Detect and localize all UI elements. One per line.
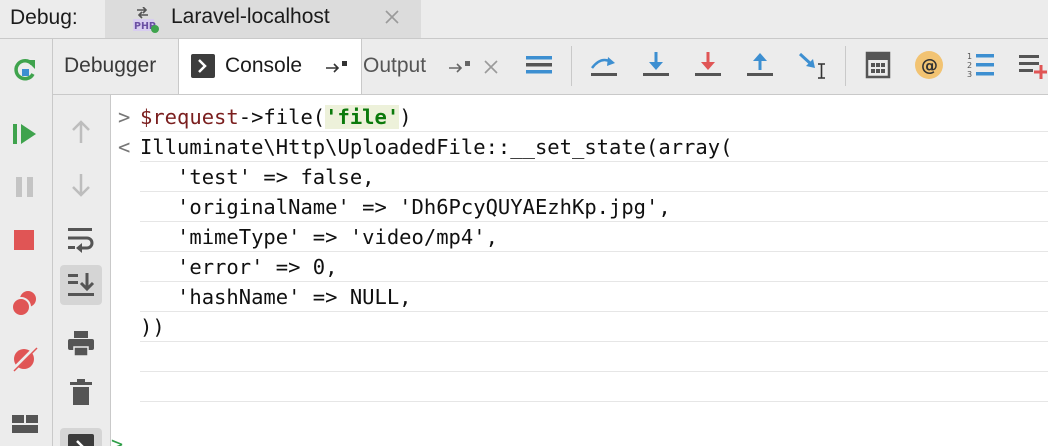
line-separator: [140, 311, 1048, 312]
down-arrow-icon[interactable]: [66, 170, 96, 200]
mute-breakpoints-icon[interactable]: [10, 344, 40, 374]
rerun-icon[interactable]: [10, 55, 40, 85]
line-separator: [140, 221, 1048, 222]
step-out-icon[interactable]: [745, 50, 775, 80]
input-variable: $request: [140, 105, 239, 129]
tab-toolbar: Debugger Console Output @ 1 2 3: [53, 39, 1048, 95]
output-text: 'test' => false,: [140, 165, 375, 189]
svg-text:1: 1: [967, 52, 972, 61]
svg-text:3: 3: [967, 70, 972, 79]
console-output-line: )): [111, 313, 1048, 343]
input-call: ->file(: [238, 105, 326, 129]
tab-output[interactable]: Output: [361, 39, 511, 94]
step-into-icon[interactable]: [641, 50, 671, 80]
stop-icon[interactable]: [10, 225, 40, 255]
toolbar-separator: [845, 46, 846, 86]
output-text: 'mimeType' => 'video/mp4',: [140, 225, 498, 249]
php-at-icon[interactable]: @: [914, 50, 944, 80]
output-text: 'hashName' => NULL,: [140, 285, 412, 309]
pin-tab-icon[interactable]: [325, 58, 351, 74]
toolbar-separator: [571, 46, 572, 86]
step-over-icon[interactable]: [589, 50, 619, 80]
tab-debugger-label: Debugger: [64, 54, 157, 77]
close-icon[interactable]: [480, 56, 502, 78]
output-text: 'originalName' => 'Dh6PcyQUYAEzhKp.jpg',: [140, 195, 671, 219]
next-input-prompt[interactable]: >: [111, 432, 123, 446]
console-output-line: 'originalName' => 'Dh6PcyQUYAEzhKp.jpg',: [111, 193, 1048, 223]
tab-output-label: Output: [363, 54, 427, 77]
input-code: $request->file('file'): [140, 105, 412, 129]
print-icon[interactable]: [66, 328, 96, 358]
console-icon: [68, 434, 94, 446]
console-output[interactable]: > $request->file('file') < Illuminate\Ht…: [111, 95, 1048, 446]
trash-icon[interactable]: [66, 377, 96, 407]
debug-label: Debug:: [10, 6, 78, 29]
layout-lines-icon[interactable]: [524, 50, 554, 80]
pin-tab-icon[interactable]: [448, 58, 474, 74]
run-config-tab[interactable]: PHP Laravel-localhost: [105, 0, 421, 38]
tab-debugger[interactable]: Debugger: [53, 39, 177, 94]
pause-icon[interactable]: [10, 172, 40, 202]
output-text: Illuminate\Http\UploadedFile::__set_stat…: [140, 135, 733, 159]
up-arrow-icon[interactable]: [66, 117, 96, 147]
soft-wrap-icon[interactable]: [66, 223, 96, 253]
line-separator: [140, 401, 1048, 402]
console-icon: [191, 54, 215, 78]
input-argument: 'file': [325, 105, 400, 129]
line-separator: [140, 161, 1048, 162]
line-separator: [140, 281, 1048, 282]
output-text: 'error' => 0,: [140, 255, 338, 279]
evaluate-expression-icon[interactable]: [863, 50, 893, 80]
console-output-line: 'error' => 0,: [111, 253, 1048, 283]
svg-text:@: @: [921, 56, 938, 76]
output-prompt: <: [118, 135, 131, 159]
console-input-line: > $request->file('file'): [111, 103, 1048, 133]
force-step-into-icon[interactable]: [693, 50, 723, 80]
output-text: )): [140, 315, 165, 339]
layout-icon[interactable]: [10, 409, 40, 439]
run-config-title: Laravel-localhost: [171, 5, 330, 28]
line-separator: [140, 131, 1048, 132]
line-separator: [140, 251, 1048, 252]
console-output-line: < Illuminate\Http\UploadedFile::__set_st…: [111, 133, 1048, 163]
debug-tool-window: Debug: PHP Laravel-localhost Debugger Co…: [0, 0, 1048, 446]
add-watch-icon[interactable]: [1017, 50, 1047, 80]
scroll-to-end-button[interactable]: [60, 265, 102, 305]
line-separator: [140, 371, 1048, 372]
resume-icon[interactable]: [10, 119, 40, 149]
line-separator: [140, 191, 1048, 192]
svg-text:2: 2: [967, 61, 972, 70]
console-actions-bar: [53, 95, 111, 446]
run-to-cursor-icon[interactable]: [797, 50, 827, 80]
line-separator: [140, 341, 1048, 342]
debug-actions-bar: [0, 39, 53, 446]
php-config-icon: PHP: [133, 7, 159, 33]
console-output-line: 'test' => false,: [111, 163, 1048, 193]
debug-header: Debug: PHP Laravel-localhost: [0, 0, 1048, 39]
input-prompt: >: [118, 105, 131, 129]
console-output-line: 'mimeType' => 'video/mp4',: [111, 223, 1048, 253]
console-toggle-button[interactable]: [60, 428, 102, 446]
scroll-to-end-icon: [68, 273, 95, 296]
view-breakpoints-icon[interactable]: [10, 289, 40, 319]
input-close: ): [399, 105, 412, 129]
close-icon[interactable]: [381, 6, 403, 28]
console-output-line: 'hashName' => NULL,: [111, 283, 1048, 313]
tab-console[interactable]: Console: [178, 39, 362, 94]
numbered-list-icon[interactable]: 1 2 3: [966, 50, 996, 80]
tab-console-label: Console: [225, 54, 303, 77]
